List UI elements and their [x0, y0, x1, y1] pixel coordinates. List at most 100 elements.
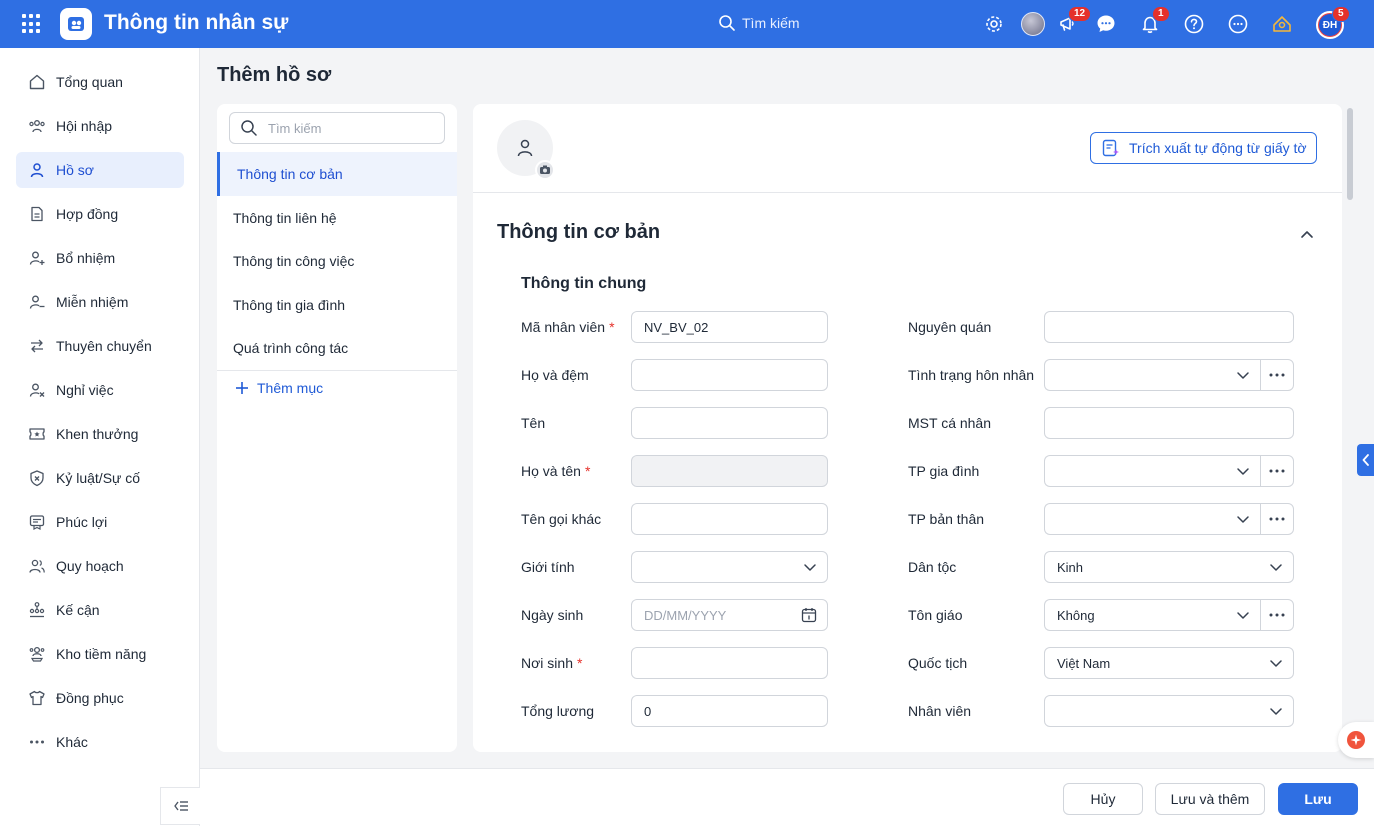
more-icon [30, 740, 44, 744]
global-search[interactable]: Tìm kiếm [718, 14, 800, 32]
bell-icon[interactable]: 1 [1138, 6, 1170, 36]
account-switch-avatar[interactable] [1021, 12, 1045, 36]
employee-code-label: Mã nhân viên * [521, 319, 615, 335]
sidebar-item-label: Đồng phục [56, 690, 124, 706]
section-item-contact-info[interactable]: Thông tin liên hệ [217, 196, 457, 240]
sidebar-item-tong-quan[interactable]: Tổng quan [16, 64, 184, 100]
marital-status-select[interactable] [1044, 359, 1260, 391]
cancel-button[interactable]: Hủy [1063, 783, 1143, 815]
sidebar-item-khen-thuong[interactable]: Khen thưởng [16, 416, 184, 452]
section-item-label: Thông tin công việc [233, 253, 355, 269]
religion-select[interactable]: Không [1044, 599, 1260, 631]
plus-icon [236, 382, 248, 394]
chevron-down-icon [1237, 468, 1249, 475]
marital-status-label: Tình trạng hôn nhân [908, 367, 1035, 383]
sidebar-item-bo-nhiem[interactable]: Bổ nhiệm [16, 240, 184, 276]
hometown-input[interactable] [1044, 311, 1294, 343]
sidebar-item-ho-so[interactable]: Hồ sơ [16, 152, 184, 188]
marital-status-more-button[interactable] [1260, 359, 1294, 391]
section-title: Thông tin cơ bản [497, 221, 661, 243]
section-item-family-info[interactable]: Thông tin gia đình [217, 283, 457, 327]
sidebar-item-quy-hoach[interactable]: Quy hoạch [16, 548, 184, 584]
sidebar-item-khac[interactable]: Khác [16, 724, 184, 760]
employee-code-input[interactable]: NV_BV_02 [631, 311, 828, 343]
total-salary-input[interactable]: 0 [631, 695, 828, 727]
family-background-more-button[interactable] [1260, 455, 1294, 487]
app-launcher-icon[interactable] [22, 14, 42, 34]
middle-name-input[interactable] [631, 359, 828, 391]
birth-date-label: Ngày sinh [521, 607, 584, 623]
sidebar-item-hoi-nhap[interactable]: Hội nhập [16, 108, 184, 144]
auto-extract-label: Trích xuất tự động từ giấy tờ [1129, 140, 1307, 156]
sidebar-item-kho-tiem-nang[interactable]: Kho tiềm năng [16, 636, 184, 672]
sidebar-item-hop-dong[interactable]: Hợp đồng [16, 196, 184, 232]
sidebar-item-nghi-viec[interactable]: Nghỉ việc [16, 372, 184, 408]
save-button[interactable]: Lưu [1278, 783, 1358, 815]
sidebar-item-label: Miễn nhiệm [56, 294, 129, 310]
document-ai-icon [1102, 139, 1119, 157]
user-icon [30, 163, 44, 178]
sidebar-item-ky-luat[interactable]: Kỷ luật/Sự cố [16, 460, 184, 496]
personal-background-more-button[interactable] [1260, 503, 1294, 535]
people-icon [29, 120, 45, 133]
more-apps-icon[interactable] [1226, 12, 1250, 36]
section-item-work-history[interactable]: Quá trình công tác [217, 326, 457, 370]
personal-tax-code-label: MST cá nhân [908, 415, 992, 431]
scrollbar-thumb[interactable] [1347, 108, 1353, 200]
employee-type-select[interactable] [1044, 695, 1294, 727]
birth-place-input[interactable] [631, 647, 828, 679]
chevron-down-icon [804, 564, 816, 571]
collapse-sidebar-button[interactable] [160, 787, 200, 825]
sidebar-item-label: Tổng quan [56, 74, 123, 90]
birth-date-input[interactable]: DD/MM/YYYY [631, 599, 828, 631]
sidebar-item-label: Hợp đồng [56, 206, 119, 222]
user-minus-icon [29, 295, 45, 309]
hierarchy-icon [29, 602, 45, 618]
family-background-select[interactable] [1044, 455, 1260, 487]
divider [217, 370, 457, 371]
side-panel-toggle[interactable] [1357, 444, 1374, 476]
user-avatar[interactable]: ĐH 5 [1316, 6, 1350, 39]
sidebar-item-dong-phuc[interactable]: Đồng phục [16, 680, 184, 716]
required-mark: * [576, 655, 583, 671]
chat-icon[interactable] [1094, 12, 1118, 36]
sidebar-item-label: Bổ nhiệm [56, 250, 116, 266]
gender-label: Giới tính [521, 559, 575, 575]
section-item-label: Thông tin gia đình [233, 297, 346, 313]
sidebar-item-label: Kho tiềm năng [56, 646, 147, 662]
save-and-add-button[interactable]: Lưu và thêm [1155, 783, 1265, 815]
sidebar-item-phuc-loi[interactable]: Phúc lợi [16, 504, 184, 540]
settings-icon[interactable] [982, 12, 1006, 36]
alias-input[interactable] [631, 503, 828, 535]
section-item-job-info[interactable]: Thông tin công việc [217, 239, 457, 283]
personal-tax-code-input[interactable] [1044, 407, 1294, 439]
sidebar-item-thuyen-chuyen[interactable]: Thuyên chuyển [16, 328, 184, 364]
middle-name-label: Họ và đệm [521, 367, 589, 383]
section-search[interactable] [229, 112, 445, 144]
sidebar-item-ke-can[interactable]: Kế cận [16, 592, 184, 628]
section-item-label: Thông tin liên hệ [233, 210, 337, 226]
camera-icon[interactable] [535, 160, 555, 180]
birth-date-placeholder: DD/MM/YYYY [644, 607, 727, 623]
ethnicity-select[interactable]: Kinh [1044, 551, 1294, 583]
collapse-left-icon [173, 801, 188, 811]
religion-more-button[interactable] [1260, 599, 1294, 631]
megaphone-icon[interactable]: 12 [1056, 6, 1092, 36]
auto-extract-button[interactable]: Trích xuất tự động từ giấy tờ [1090, 132, 1317, 164]
chevron-up-icon[interactable] [1297, 224, 1317, 244]
first-name-input[interactable] [631, 407, 828, 439]
section-item-basic-info[interactable]: Thông tin cơ bản [217, 152, 457, 196]
section-search-input[interactable] [268, 120, 428, 136]
talent-pool-icon [29, 646, 45, 662]
award-icon[interactable] [1270, 12, 1294, 36]
sidebar-item-mien-nhiem[interactable]: Miễn nhiệm [16, 284, 184, 320]
sidebar-item-label: Thuyên chuyển [56, 338, 152, 354]
assistant-button[interactable] [1338, 722, 1374, 758]
gender-select[interactable] [631, 551, 828, 583]
announcement-badge: 12 [1068, 6, 1092, 22]
add-section-button[interactable]: Thêm mục [235, 380, 323, 396]
family-background-label: TP gia đình [908, 463, 980, 479]
personal-background-select[interactable] [1044, 503, 1260, 535]
nationality-select[interactable]: Việt Nam [1044, 647, 1294, 679]
help-icon[interactable] [1182, 12, 1206, 36]
